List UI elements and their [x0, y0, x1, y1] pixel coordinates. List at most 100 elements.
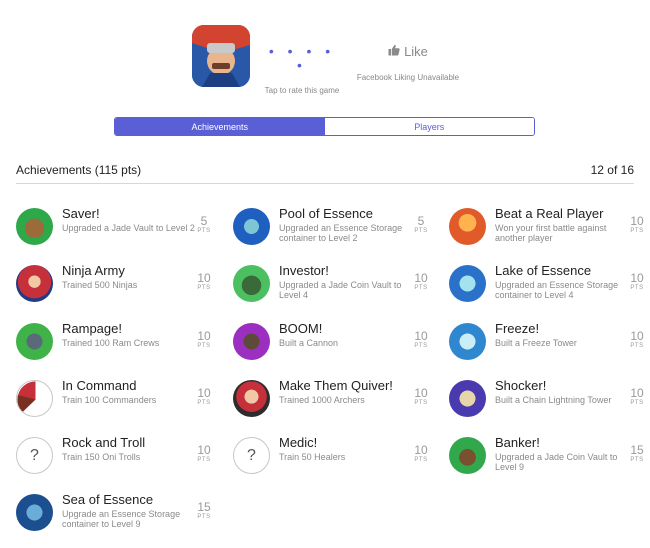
achievement-points: 10 PTS	[409, 330, 433, 350]
achievement-item[interactable]: Ninja Army Trained 500 Ninjas 10 PTS	[16, 261, 216, 309]
archer-badge-icon	[233, 380, 270, 417]
points-value: 10	[414, 386, 428, 400]
points-label: PTS	[197, 457, 211, 463]
points-label: PTS	[630, 228, 644, 234]
achievement-title: Ninja Army	[62, 263, 125, 278]
points-label: PTS	[197, 285, 211, 291]
achievement-item[interactable]: Shocker! Built a Chain Lightning Tower 1…	[449, 376, 649, 424]
rating-dots[interactable]: • • • • •	[262, 44, 342, 72]
achievement-points: 15 PTS	[192, 501, 216, 521]
points-label: PTS	[630, 343, 644, 349]
points-value: 15	[630, 443, 644, 457]
coin-vault-badge-icon	[233, 265, 270, 302]
points-label: PTS	[197, 514, 211, 520]
question-mark-icon: ?	[16, 437, 53, 474]
achievement-item[interactable]: BOOM! Built a Cannon 10 PTS	[233, 319, 433, 367]
achievement-points: 5 PTS	[192, 215, 216, 235]
achievement-title: In Command	[62, 378, 137, 393]
rate-game-control[interactable]: • • • • • Tap to rate this game	[262, 44, 342, 95]
achievement-title: Lake of Essence	[495, 263, 592, 278]
achievement-item[interactable]: Banker! Upgraded a Jade Coin Vault to Le…	[449, 433, 649, 481]
achievement-desc: Built a Chain Lightning Tower	[495, 395, 612, 405]
rate-caption: Tap to rate this game	[264, 86, 340, 95]
achievement-item[interactable]: ? Medic! Train 50 Healers 10 PTS	[233, 433, 433, 481]
section-title: Achievements (115 pts)	[16, 163, 142, 177]
achievement-desc: Upgraded a Jade Vault to Level 2	[62, 223, 195, 233]
points-value: 5	[417, 214, 425, 228]
like-label: Like	[404, 43, 428, 59]
achievement-item[interactable]: Rampage! Trained 100 Ram Crews 10 PTS	[16, 319, 216, 367]
points-value: 10	[197, 271, 211, 285]
achievement-item[interactable]: In Command Train 100 Commanders 10 PTS	[16, 376, 216, 424]
points-value: 5	[200, 214, 208, 228]
essence-lake-badge-icon	[449, 265, 486, 302]
achievement-points: 10 PTS	[625, 387, 649, 407]
achievement-item[interactable]: Freeze! Built a Freeze Tower 10 PTS	[449, 319, 649, 367]
achievement-points: 10 PTS	[625, 272, 649, 292]
achievement-title: Investor!	[279, 263, 329, 278]
points-label: PTS	[197, 343, 211, 349]
freeze-tower-badge-icon	[449, 323, 486, 360]
points-label: PTS	[197, 400, 211, 406]
achievement-item[interactable]: Saver! Upgraded a Jade Vault to Level 2 …	[16, 204, 216, 252]
divider	[16, 183, 634, 184]
essence-pool-badge-icon	[233, 208, 270, 245]
achievement-desc: Train 50 Healers	[279, 452, 346, 462]
achievement-item[interactable]: Make Them Quiver! Trained 1000 Archers 1…	[233, 376, 433, 424]
achievement-points: 10 PTS	[192, 444, 216, 464]
achievement-item[interactable]: Investor! Upgraded a Jade Coin Vault to …	[233, 261, 433, 309]
achievement-title: Sea of Essence	[62, 492, 154, 507]
achievement-desc: Upgraded a Jade Coin Vault to Level 4	[279, 280, 402, 300]
achievement-item[interactable]: Pool of Essence Upgraded an Essence Stor…	[233, 204, 433, 252]
tab-bar: Achievements Players	[114, 117, 535, 136]
achievement-points: 10 PTS	[409, 387, 433, 407]
achievement-points: 10 PTS	[192, 387, 216, 407]
ninja-badge-icon	[16, 265, 53, 302]
achievement-title: Rock and Troll	[62, 435, 146, 450]
points-value: 10	[630, 214, 644, 228]
vault-badge-icon	[16, 208, 53, 245]
question-mark-icon: ?	[233, 437, 270, 474]
points-value: 10	[414, 271, 428, 285]
achievement-title: BOOM!	[279, 321, 323, 336]
points-label: PTS	[414, 400, 428, 406]
achievement-desc: Trained 1000 Archers	[279, 395, 365, 405]
points-value: 10	[630, 329, 644, 343]
points-value: 10	[630, 271, 644, 285]
tab-players[interactable]: Players	[324, 118, 534, 135]
achievement-title: Pool of Essence	[279, 206, 373, 221]
points-label: PTS	[630, 400, 644, 406]
achievement-item[interactable]: ? Rock and Troll Train 150 Oni Trolls 10…	[16, 433, 216, 481]
achievement-points: 10 PTS	[625, 330, 649, 350]
points-label: PTS	[630, 457, 644, 463]
achievement-count: 12 of 16	[590, 163, 634, 177]
points-value: 10	[414, 329, 428, 343]
achievement-title: Medic!	[279, 435, 318, 450]
points-label: PTS	[630, 285, 644, 291]
achievement-desc: Won your first battle against another pl…	[495, 223, 607, 243]
achievement-item[interactable]: Beat a Real Player Won your first battle…	[449, 204, 649, 252]
achievement-title: Freeze!	[495, 321, 540, 336]
achievement-title: Make Them Quiver!	[279, 378, 393, 393]
achievement-points: 5 PTS	[409, 215, 433, 235]
achievement-title: Saver!	[62, 206, 100, 221]
commander-progress-badge-icon	[16, 380, 53, 417]
facebook-like-control: Like Facebook Liking Unavailable	[354, 44, 462, 82]
achievement-desc: Train 100 Commanders	[62, 395, 157, 405]
achievement-points: 10 PTS	[625, 215, 649, 235]
achievement-item[interactable]: Sea of Essence Upgrade an Essence Storag…	[16, 490, 216, 538]
points-label: PTS	[414, 343, 428, 349]
points-label: PTS	[414, 285, 428, 291]
achievement-desc: Train 150 Oni Trolls	[62, 452, 141, 462]
achievement-desc: Upgrade an Essence Storage container to …	[62, 509, 181, 529]
achievement-item[interactable]: Lake of Essence Upgraded an Essence Stor…	[449, 261, 649, 309]
achievement-points: 10 PTS	[409, 444, 433, 464]
points-value: 10	[414, 443, 428, 457]
achievement-title: Banker!	[495, 435, 540, 450]
points-value: 10	[630, 386, 644, 400]
achievement-desc: Upgraded an Essence Storage container to…	[495, 280, 619, 300]
achievement-points: 15 PTS	[625, 444, 649, 464]
tab-achievements[interactable]: Achievements	[115, 118, 325, 135]
points-label: PTS	[414, 228, 428, 234]
points-value: 15	[197, 500, 211, 514]
